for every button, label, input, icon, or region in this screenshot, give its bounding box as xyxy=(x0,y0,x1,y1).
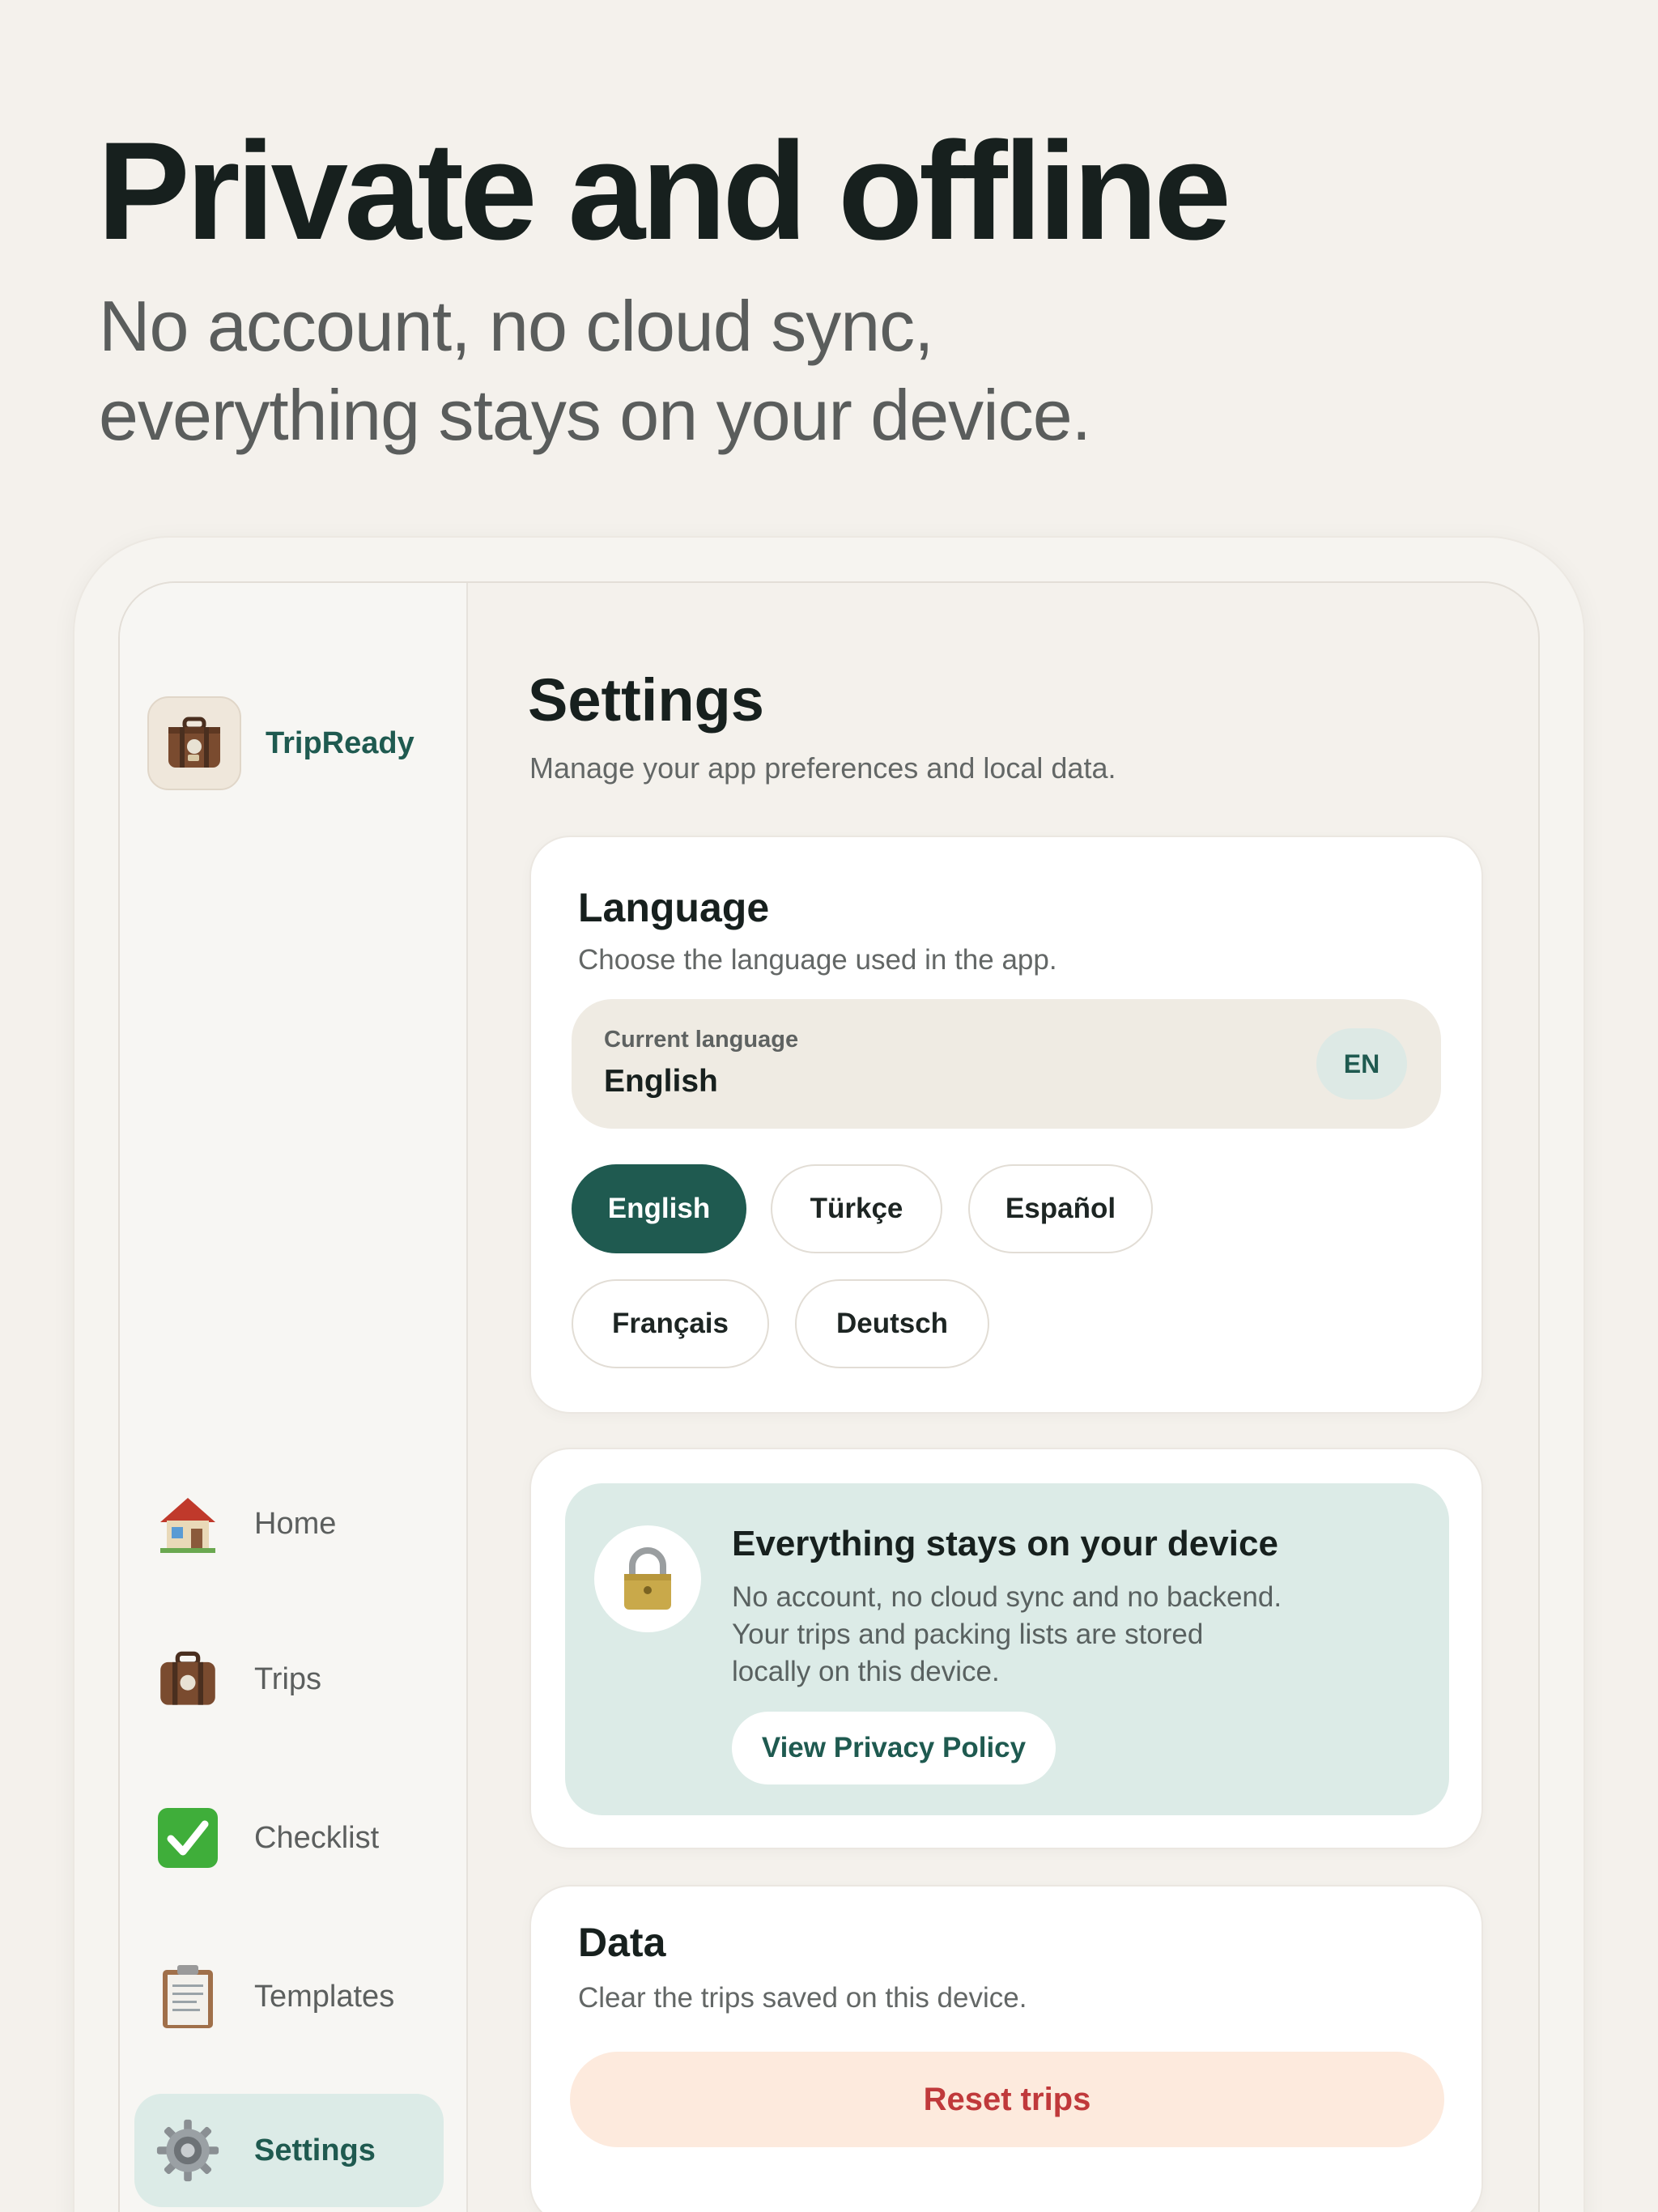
sidebar-item-label: Settings xyxy=(254,2133,376,2167)
privacy-title: Everything stays on your device xyxy=(732,1524,1278,1563)
language-card: Language Choose the language used in the… xyxy=(529,836,1483,1414)
sidebar: TripReady Home Trips Checklist Templates… xyxy=(120,583,468,2212)
sidebar-item-label: Checklist xyxy=(254,1820,380,1855)
language-title: Language xyxy=(578,885,770,930)
privacy-panel: Everything stays on your device No accou… xyxy=(565,1483,1449,1815)
privacy-line-3: locally on this device. xyxy=(732,1656,1000,1687)
check-mark-icon xyxy=(155,1806,220,1870)
language-description: Choose the language used in the app. xyxy=(578,944,1057,976)
lock-icon xyxy=(594,1525,701,1632)
sidebar-item-label: Templates xyxy=(254,1979,395,2014)
sidebar-item-checklist[interactable]: Checklist xyxy=(134,1781,444,1895)
page-subtitle: Manage your app preferences and local da… xyxy=(529,751,1116,785)
language-option-english[interactable]: English xyxy=(572,1164,746,1253)
sidebar-item-label: Trips xyxy=(254,1661,322,1696)
language-option-french[interactable]: Français xyxy=(572,1279,769,1368)
privacy-description: No account, no cloud sync and no backend… xyxy=(732,1579,1347,1691)
language-code-badge: EN xyxy=(1316,1028,1407,1100)
current-language-box: Current language English EN xyxy=(572,999,1441,1129)
clipboard-icon xyxy=(155,1964,220,2029)
house-icon xyxy=(155,1491,220,1556)
sidebar-item-home[interactable]: Home xyxy=(134,1467,444,1580)
hero-subtitle: No account, no cloud sync, everything st… xyxy=(99,282,1394,460)
current-language-value: English xyxy=(604,1064,718,1099)
brand: TripReady xyxy=(147,696,414,790)
privacy-line-1: No account, no cloud sync and no backend… xyxy=(732,1581,1282,1613)
app-name: TripReady xyxy=(266,725,414,760)
hero-subtitle-line-2: everything stays on your device. xyxy=(99,375,1091,455)
language-option-spanish[interactable]: Español xyxy=(968,1164,1153,1253)
sidebar-item-trips[interactable]: Trips xyxy=(134,1623,444,1736)
hero-subtitle-line-1: No account, no cloud sync, xyxy=(99,286,934,366)
suitcase-icon xyxy=(155,1647,220,1712)
sidebar-item-label: Home xyxy=(254,1506,337,1541)
data-card: Data Clear the trips saved on this devic… xyxy=(529,1885,1483,2212)
data-description: Clear the trips saved on this device. xyxy=(578,1982,1027,2014)
sidebar-item-templates[interactable]: Templates xyxy=(134,1940,444,2053)
gear-icon xyxy=(155,2118,220,2183)
language-option-german[interactable]: Deutsch xyxy=(795,1279,989,1368)
view-privacy-policy-button[interactable]: View Privacy Policy xyxy=(732,1712,1056,1784)
app-window: TripReady Home Trips Checklist Templates… xyxy=(118,581,1540,2212)
reset-trips-button[interactable]: Reset trips xyxy=(570,2052,1444,2147)
hero-title: Private and offline xyxy=(97,113,1231,269)
language-option-turkish[interactable]: Türkçe xyxy=(771,1164,942,1253)
page-title: Settings xyxy=(528,666,764,734)
privacy-line-2: Your trips and packing lists are stored xyxy=(732,1619,1204,1650)
data-title: Data xyxy=(578,1920,666,1965)
sidebar-item-settings[interactable]: Settings xyxy=(134,2094,444,2207)
privacy-card: Everything stays on your device No accou… xyxy=(529,1448,1483,1849)
settings-main: Settings Manage your app preferences and… xyxy=(468,583,1538,2212)
current-language-label: Current language xyxy=(604,1027,799,1053)
suitcase-icon xyxy=(147,696,241,790)
